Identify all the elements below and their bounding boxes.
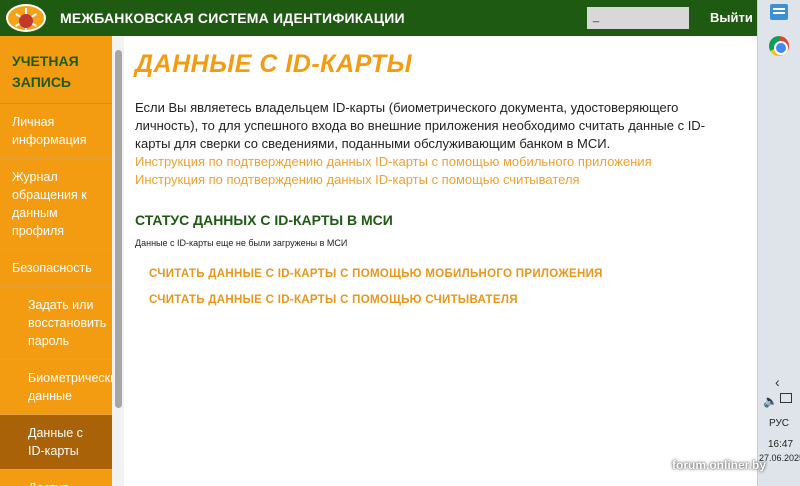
status-title: СТАТУС ДАННЫХ С ID-КАРТЫ В МСИ (135, 212, 393, 228)
sidebar-item-access-log[interactable]: Журнал обращения к данным профиля (0, 159, 112, 250)
read-mobile-button[interactable]: СЧИТАТЬ ДАННЫЕ С ID-КАРТЫ С ПОМОЩЬЮ МОБИ… (149, 268, 735, 280)
sidebar-item-password[interactable]: Задать или восстановить пароль (0, 287, 112, 360)
chevron-left-icon[interactable]: ‹ (775, 374, 780, 390)
sidebar-item-security[interactable]: Безопасность (0, 250, 112, 287)
sidebar-scroll-thumb[interactable] (115, 50, 122, 408)
page-title: ДАННЫЕ С ID-КАРТЫ (135, 50, 413, 78)
instruction-mobile-link[interactable]: Инструкция по подтверждению данных ID-ка… (135, 153, 735, 171)
main-content: ДАННЫЕ С ID-КАРТЫ Если Вы являетесь влад… (135, 36, 735, 306)
app-header: МЕЖБАНКОВСКАЯ СИСТЕМА ИДЕНТИФИКАЦИИ _ Вы… (0, 0, 757, 36)
read-reader-button[interactable]: СЧИТАТЬ ДАННЫЕ С ID-КАРТЫ С ПОМОЩЬЮ СЧИТ… (149, 294, 735, 306)
user-name-box[interactable]: _ (587, 7, 689, 29)
network-icon[interactable] (780, 393, 792, 403)
speaker-icon[interactable]: 🔈 (763, 394, 778, 408)
chrome-icon[interactable] (769, 36, 789, 56)
watermark: forum.onliner.by (672, 458, 767, 472)
taskbar-app-icon[interactable] (770, 4, 788, 20)
os-taskbar: ‹ 🔈 РУС 16:47 27.06.2025 (757, 0, 800, 486)
sidebar: УЧЕТНАЯ ЗАПИСЬ Личная информация Журнал … (0, 36, 112, 486)
status-note: Данные с ID-карты еще не были загружены … (135, 238, 348, 248)
sidebar-item-id-card[interactable]: Данные с ID-карты (0, 415, 112, 470)
intro-text: Если Вы являетесь владельцем ID-карты (б… (135, 100, 706, 151)
logo-icon (6, 4, 46, 32)
sidebar-title: УЧЕТНАЯ ЗАПИСЬ (0, 36, 112, 104)
app-title: МЕЖБАНКОВСКАЯ СИСТЕМА ИДЕНТИФИКАЦИИ (60, 10, 405, 26)
sidebar-item-personal-info[interactable]: Личная информация (0, 104, 112, 159)
logout-button[interactable]: Выйти (710, 10, 753, 25)
clock-time[interactable]: 16:47 (768, 439, 793, 450)
sidebar-item-biometric[interactable]: Биометрические данные (0, 360, 112, 415)
language-indicator[interactable]: РУС (769, 418, 789, 429)
instruction-reader-link[interactable]: Инструкция по подтверждению данных ID-ка… (135, 171, 735, 189)
sidebar-item-access[interactable]: Доступ (0, 470, 112, 486)
